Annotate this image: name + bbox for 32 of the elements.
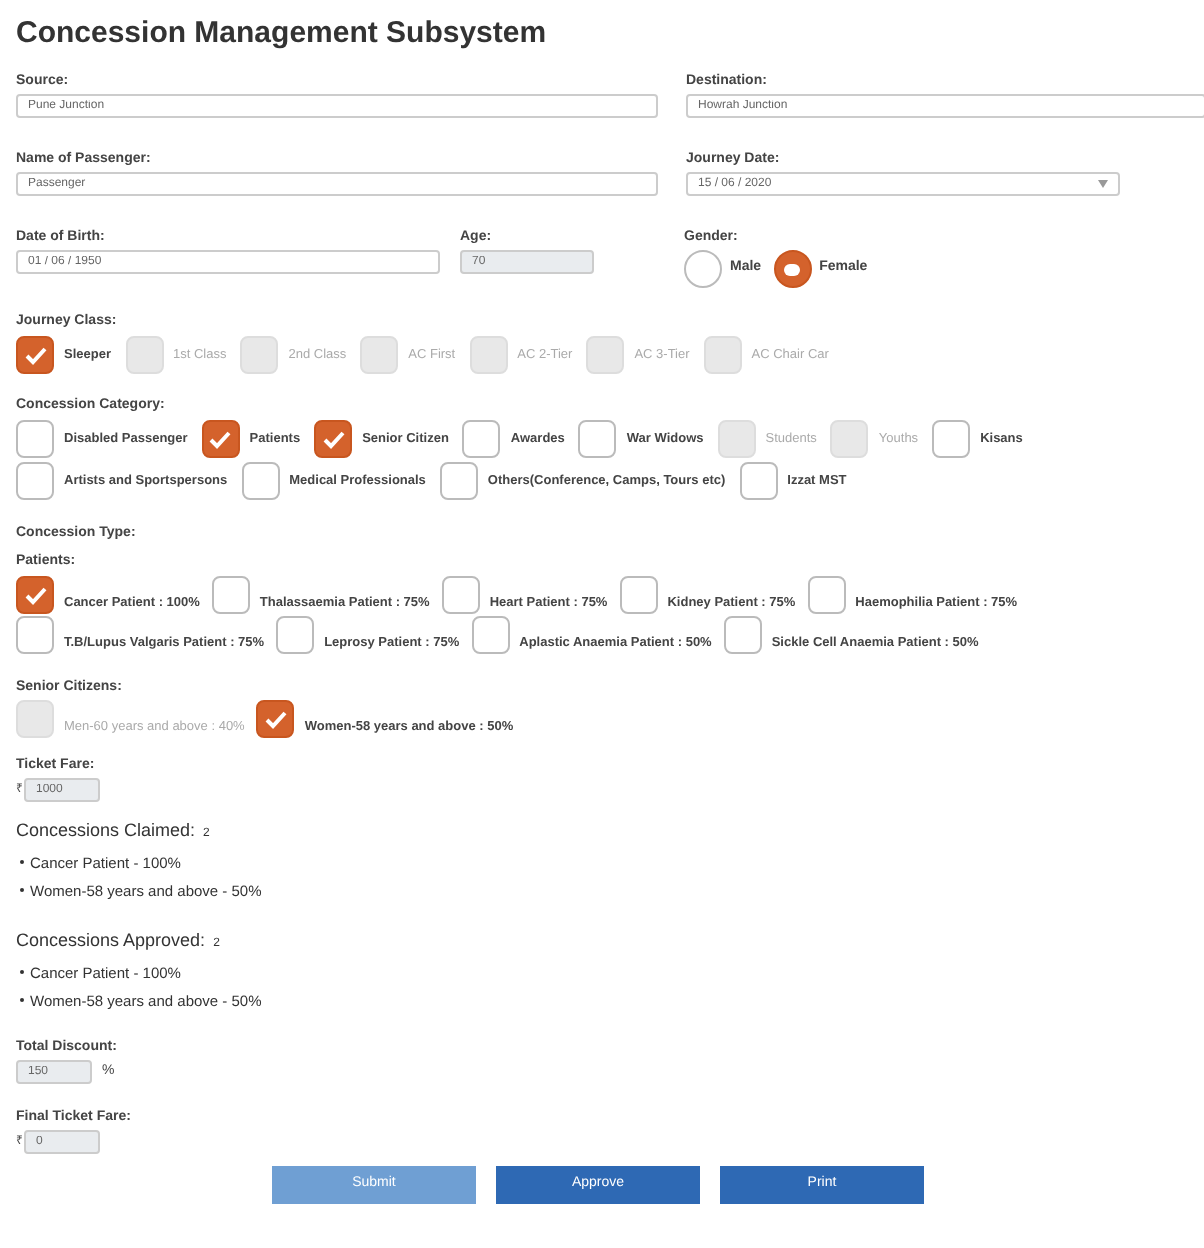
checkbox[interactable] (16, 420, 54, 458)
checkbox[interactable] (314, 420, 353, 458)
checkbox[interactable] (807, 576, 846, 614)
checkbox[interactable] (723, 616, 762, 654)
check-icon (23, 585, 47, 605)
section-heading: Concessions Claimed: (16, 818, 196, 844)
radio-button[interactable] (684, 250, 722, 288)
checkbox[interactable] (16, 462, 54, 500)
check-icon (23, 345, 47, 365)
section-heading: Concessions Approved: (16, 928, 206, 954)
page-title: Concession Management Subsystem (16, 14, 549, 54)
check-icon (321, 429, 346, 449)
checkbox[interactable] (16, 576, 54, 614)
checkbox[interactable] (462, 420, 501, 458)
checkbox[interactable] (256, 700, 295, 738)
checkbox[interactable] (201, 420, 240, 458)
check-icon (263, 709, 288, 729)
checkbox[interactable] (739, 462, 778, 500)
checkbox[interactable] (276, 616, 315, 654)
checkbox[interactable] (471, 616, 510, 654)
checkbox[interactable] (619, 576, 658, 614)
checkbox[interactable] (578, 420, 617, 458)
checkbox[interactable] (211, 576, 250, 614)
caret-icon (1098, 180, 1108, 188)
checkbox[interactable] (932, 420, 971, 458)
check-icon (208, 429, 233, 449)
checkbox[interactable] (241, 462, 280, 500)
radio-button[interactable] (773, 250, 812, 288)
checkbox[interactable] (439, 462, 478, 500)
checkbox[interactable] (441, 576, 480, 614)
checkbox[interactable] (16, 336, 54, 374)
checkbox[interactable] (16, 616, 54, 654)
